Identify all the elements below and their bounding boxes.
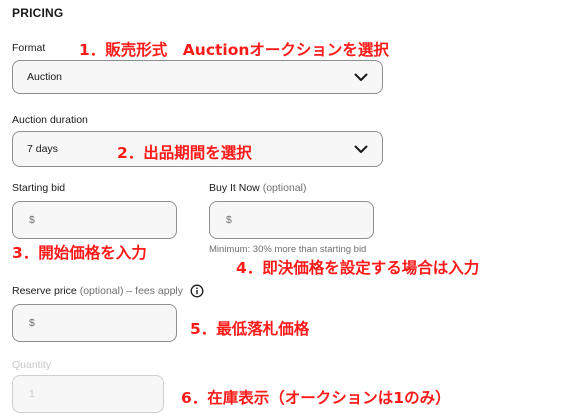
- section-title: PRICING: [12, 6, 64, 20]
- chevron-down-icon: [354, 145, 368, 154]
- annotation-6: 6．在庫表示（オークションは1のみ）: [181, 389, 451, 407]
- quantity-label: Quantity: [12, 359, 52, 371]
- quantity-value: 1: [29, 388, 35, 400]
- quantity-input: 1: [12, 375, 164, 413]
- buy-it-now-input[interactable]: $: [209, 201, 374, 239]
- annotation-2: 2．出品期間を選択: [117, 144, 252, 162]
- buy-it-now-label-text: Buy It Now: [209, 182, 260, 194]
- starting-bid-currency: $: [29, 214, 35, 226]
- annotation-3: 3．開始価格を入力: [12, 244, 147, 262]
- annotation-5: 5．最低落札価格: [190, 320, 310, 338]
- buy-it-now-currency: $: [226, 214, 232, 226]
- starting-bid-label: Starting bid: [12, 182, 66, 194]
- info-icon[interactable]: [190, 284, 204, 298]
- auction-duration-value: 7 days: [27, 143, 58, 155]
- auction-duration-label: Auction duration: [12, 114, 88, 126]
- chevron-down-icon: [354, 73, 368, 82]
- buy-it-now-label: Buy It Now (optional): [209, 182, 306, 194]
- annotation-4: 4．即決価格を設定する場合は入力: [236, 259, 480, 277]
- format-select-value: Auction: [27, 71, 63, 83]
- format-select[interactable]: Auction: [12, 60, 383, 94]
- reserve-price-label: Reserve price (optional) – fees apply: [12, 284, 204, 298]
- reserve-price-optional: (optional) – fees apply: [79, 284, 184, 297]
- annotation-1: 1．販売形式 Auctionオークションを選択: [79, 41, 389, 59]
- buy-it-now-optional: (optional): [262, 182, 307, 194]
- reserve-price-label-text: Reserve price: [12, 284, 77, 297]
- buy-it-now-helper: Minimum: 30% more than starting bid: [209, 244, 367, 255]
- format-label: Format: [12, 42, 46, 54]
- reserve-price-input[interactable]: $: [12, 304, 177, 342]
- starting-bid-input[interactable]: $: [12, 201, 177, 239]
- reserve-price-currency: $: [29, 317, 35, 329]
